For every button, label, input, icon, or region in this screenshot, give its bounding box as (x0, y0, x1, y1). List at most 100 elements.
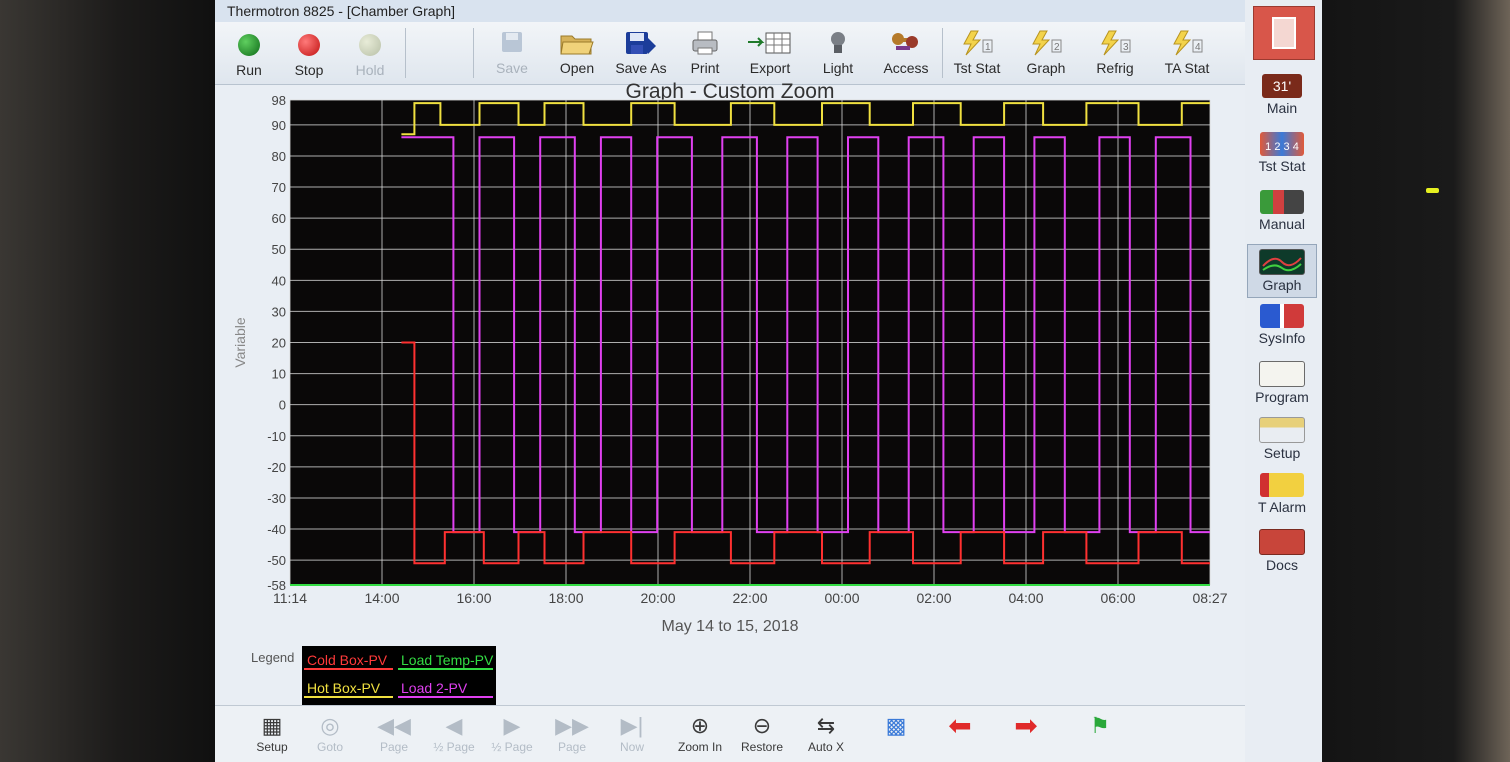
x-tick-label: 14:00 (364, 590, 399, 606)
x-axis-ticks: 11:14 14:00 16:00 18:00 20:00 22:00 00:00 02:00… (273, 590, 1228, 606)
legend-swatch (398, 668, 493, 670)
chamber-graph[interactable]: 989080706050403020100-10-20-30-40-50-58 … (215, 0, 1245, 705)
legend-item-label: Cold Box-PV (307, 652, 388, 668)
y-axis-label: Variable (232, 317, 248, 368)
sidebar-item-label: Graph (1262, 277, 1302, 293)
sidebar-item-label: Setup (1263, 445, 1301, 461)
zoom-in-icon: ⊕ (690, 713, 710, 738)
right-icon: ▶ (503, 713, 521, 738)
y-tick-label: 98 (272, 93, 286, 108)
program-icon (1259, 361, 1305, 387)
x-tick-label: 20:00 (640, 590, 675, 606)
palette-icon: ▩ (885, 713, 907, 738)
marker-flag-button[interactable]: ⚑ (1071, 712, 1129, 740)
y-tick-label: 90 (272, 118, 286, 133)
goto-label: Goto (316, 740, 343, 754)
legend-swatch (304, 668, 393, 670)
x-tick-label: 08:27 (1192, 590, 1227, 606)
red-right-arrow-icon: ➡ (1014, 710, 1038, 741)
auto-x-label: Auto X (807, 740, 845, 754)
x-tick-label: 16:00 (456, 590, 491, 606)
x-tick-label: 06:00 (1100, 590, 1135, 606)
x-tick-label: 22:00 (732, 590, 767, 606)
application-window: Thermotron 8825 - [Chamber Graph] Run St… (215, 0, 1322, 762)
legend-item-label: Hot Box-PV (307, 680, 381, 696)
graph-icon (1259, 249, 1305, 275)
scroll-right-button[interactable]: ➡ (997, 712, 1055, 740)
page-forward-label: Page (557, 740, 587, 754)
x-tick-label: 18:00 (548, 590, 583, 606)
sidebar: 31' Main 1 2 3 4 Tst Stat Manual Graph S… (1245, 0, 1322, 762)
page-forward-button[interactable]: ▶▶ Page (543, 712, 601, 754)
legend-item-load-temp[interactable]: Load Temp-PV (398, 648, 497, 672)
x-tick-label: 02:00 (916, 590, 951, 606)
half-page-forward-label: ½ Page (491, 740, 533, 754)
zoom-in-button[interactable]: ⊕ Zoom In (671, 712, 729, 754)
auto-x-icon: ⇆ (816, 713, 836, 738)
legend-item-cold-box[interactable]: Cold Box-PV (304, 648, 397, 672)
restore-label: Restore (740, 740, 784, 754)
exit-door-button[interactable] (1253, 6, 1315, 60)
half-page-back-label: ½ Page (433, 740, 475, 754)
color-settings-button[interactable]: ▩ (867, 712, 925, 740)
power-led (1426, 188, 1439, 193)
y-tick-label: 60 (272, 211, 286, 226)
sidebar-item-label: Program (1255, 389, 1309, 405)
sidebar-item-label: SysInfo (1258, 330, 1306, 346)
zoom-out-icon: ⊖ (752, 713, 772, 738)
alarm-icon (1260, 473, 1304, 497)
y-tick-label: -30 (267, 491, 286, 506)
y-tick-label: 70 (272, 180, 286, 195)
sidebar-item-graph[interactable]: Graph (1247, 244, 1317, 298)
y-tick-label: -10 (267, 429, 286, 444)
bottom-toolbar: ▦ Setup ◎ Goto ◀◀ Page ◀ ½ Page ▶ ½ Page ▶▶ Pa… (215, 705, 1245, 762)
legend-item-load-2[interactable]: Load 2-PV (398, 676, 497, 700)
scroll-left-button[interactable]: ⬅ (931, 712, 989, 740)
sidebar-item-label: Docs (1266, 557, 1298, 573)
y-tick-label: -40 (267, 522, 286, 537)
now-label: Now (619, 740, 644, 754)
monitor-bezel-right (1322, 0, 1510, 762)
sidebar-item-main[interactable]: 31' Main (1247, 70, 1317, 124)
y-tick-label: 30 (272, 304, 286, 319)
legend: Cold Box-PV Load Temp-PV Hot Box-PV Load… (302, 646, 496, 706)
y-tick-label: 10 (272, 367, 286, 382)
sidebar-item-setup[interactable]: Setup (1247, 413, 1317, 467)
sidebar-item-program[interactable]: Program (1247, 357, 1317, 411)
goto-button[interactable]: ◎ Goto (301, 712, 359, 754)
test-stat-icon: 1 2 3 4 (1260, 132, 1304, 156)
auto-x-button[interactable]: ⇆ Auto X (797, 712, 855, 754)
setup-graph-button[interactable]: ▦ Setup (243, 712, 301, 754)
half-page-back-button[interactable]: ◀ ½ Page (425, 712, 483, 754)
sidebar-item-label: Main (1266, 100, 1298, 116)
page-back-button[interactable]: ◀◀ Page (365, 712, 423, 754)
x-tick-label: 11:14 (273, 590, 307, 606)
sidebar-item-label: Tst Stat (1258, 158, 1306, 174)
y-tick-label: 40 (272, 273, 286, 288)
goto-icon: ◎ (320, 713, 340, 738)
sidebar-item-docs[interactable]: Docs (1247, 525, 1317, 579)
double-left-icon: ◀◀ (377, 713, 411, 738)
half-page-forward-button[interactable]: ▶ ½ Page (483, 712, 541, 754)
x-tick-label: 04:00 (1008, 590, 1043, 606)
sidebar-item-t-alarm[interactable]: T Alarm (1247, 469, 1317, 523)
y-tick-label: 20 (272, 336, 286, 351)
red-left-arrow-icon: ⬅ (948, 710, 972, 741)
green-flag-icon: ⚑ (1090, 713, 1110, 738)
legend-swatch (304, 696, 393, 698)
sidebar-item-sysinfo[interactable]: SysInfo (1247, 300, 1317, 354)
y-tick-label: -20 (267, 460, 286, 475)
legend-item-hot-box[interactable]: Hot Box-PV (304, 676, 397, 700)
restore-button[interactable]: ⊖ Restore (733, 712, 791, 754)
x-axis-label: May 14 to 15, 2018 (662, 618, 799, 635)
door-icon (1272, 17, 1296, 49)
legend-label: Legend (251, 650, 295, 665)
left-icon: ◀ (445, 713, 463, 738)
sidebar-item-tst-stat[interactable]: 1 2 3 4 Tst Stat (1247, 128, 1317, 182)
setup-graph-label: Setup (256, 740, 288, 754)
now-button[interactable]: ▶| Now (603, 712, 661, 754)
graph-setup-icon: ▦ (261, 713, 283, 738)
sidebar-item-manual[interactable]: Manual (1247, 186, 1317, 240)
sidebar-item-label: Manual (1259, 216, 1305, 232)
book-icon (1259, 529, 1305, 555)
